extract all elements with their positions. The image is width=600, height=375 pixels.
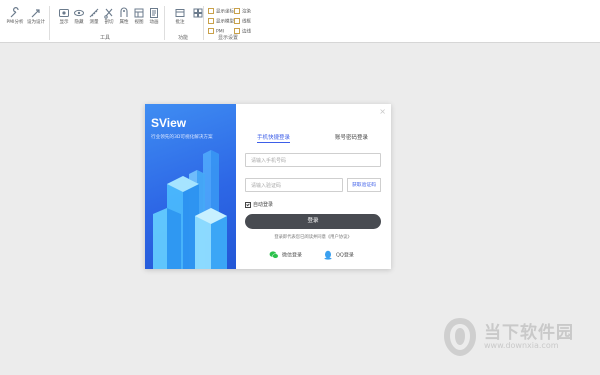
checkbox[interactable] [208, 18, 214, 24]
animation-icon [150, 8, 158, 18]
group-separator [164, 6, 165, 40]
group-separator [49, 6, 50, 40]
qq-login-button[interactable]: QQ登录 [323, 250, 354, 260]
option-check[interactable]: 线框 [234, 18, 251, 26]
checkbox[interactable] [234, 8, 240, 14]
group-label-features: 功能 [178, 35, 189, 41]
auto-login-label: 自动登录 [253, 202, 274, 208]
option-label: 边线 [242, 29, 251, 35]
ribbon-toolbar: PMI分析 设为设计 显示 隐藏 测量 剖切 属性 视图 动画 工具 批注 功能… [0, 0, 600, 43]
brand-banner: SView 行业领先的3D可视化解决方案 [145, 104, 236, 269]
wechat-login-label: 微信登录 [282, 252, 303, 259]
active-tab-indicator [257, 142, 290, 143]
agreement-text[interactable]: 登录即代表您已阅读并同意《用户协议》 [245, 234, 381, 240]
ribbon-button-extra[interactable] [186, 7, 210, 19]
qq-login-label: QQ登录 [336, 252, 354, 259]
wechat-login-button[interactable]: 微信登录 [269, 250, 302, 260]
checkbox[interactable] [234, 18, 240, 24]
option-check[interactable]: 显示模型 [208, 18, 234, 26]
ribbon-button-label: 批注 [175, 20, 185, 25]
option-label: 渲染 [242, 9, 251, 15]
option-label: 显示模型 [216, 19, 234, 25]
group-label-display: 显示设置 [218, 35, 239, 41]
tab-password-login[interactable]: 账号密码登录 [335, 133, 368, 141]
close-icon[interactable]: × [379, 108, 386, 116]
watermark-url: www.downxia.com [484, 341, 559, 350]
option-label: 显示坐标 [216, 9, 234, 15]
brand-slogan: 行业领先的3D可视化解决方案 [151, 135, 213, 140]
qq-icon [324, 250, 332, 260]
option-check[interactable]: 渲染 [234, 8, 251, 16]
checkbox-mark[interactable] [245, 201, 251, 208]
ribbon-button-label: 动画 [149, 20, 159, 25]
phone-input[interactable]: 请输入手机号码 [245, 153, 381, 167]
tab-phone-login[interactable]: 手机快捷登录 [257, 133, 290, 141]
group-separator [203, 6, 204, 40]
get-code-button[interactable]: 获取验证码 [347, 178, 381, 192]
option-label: 线框 [242, 19, 251, 25]
note-icon [175, 9, 185, 17]
login-button[interactable]: 登录 [245, 214, 381, 229]
checkbox[interactable] [208, 28, 214, 34]
watermark-logo [444, 318, 476, 356]
login-dialog: SView 行业领先的3D可视化解决方案 × 手机快捷登录 账号密码登录 请输入… [145, 104, 391, 269]
watermark-name: 当下软件园 [484, 323, 574, 343]
ribbon-button-1[interactable]: 设为设计 [24, 7, 48, 25]
option-check[interactable]: 显示坐标 [208, 8, 234, 16]
wechat-icon [269, 251, 279, 259]
group-label-tools: 工具 [100, 35, 111, 41]
code-input[interactable]: 请输入验证码 [245, 178, 343, 192]
wrench-icon [10, 7, 19, 18]
auto-login-checkbox[interactable]: 自动登录 [245, 201, 273, 208]
arrow-tool-icon [31, 9, 40, 18]
checkbox[interactable] [208, 8, 214, 14]
ribbon-button-8[interactable]: 动画 [142, 7, 166, 25]
brand-name: SView [151, 116, 187, 130]
ribbon-button-label: 设为设计 [27, 20, 45, 25]
